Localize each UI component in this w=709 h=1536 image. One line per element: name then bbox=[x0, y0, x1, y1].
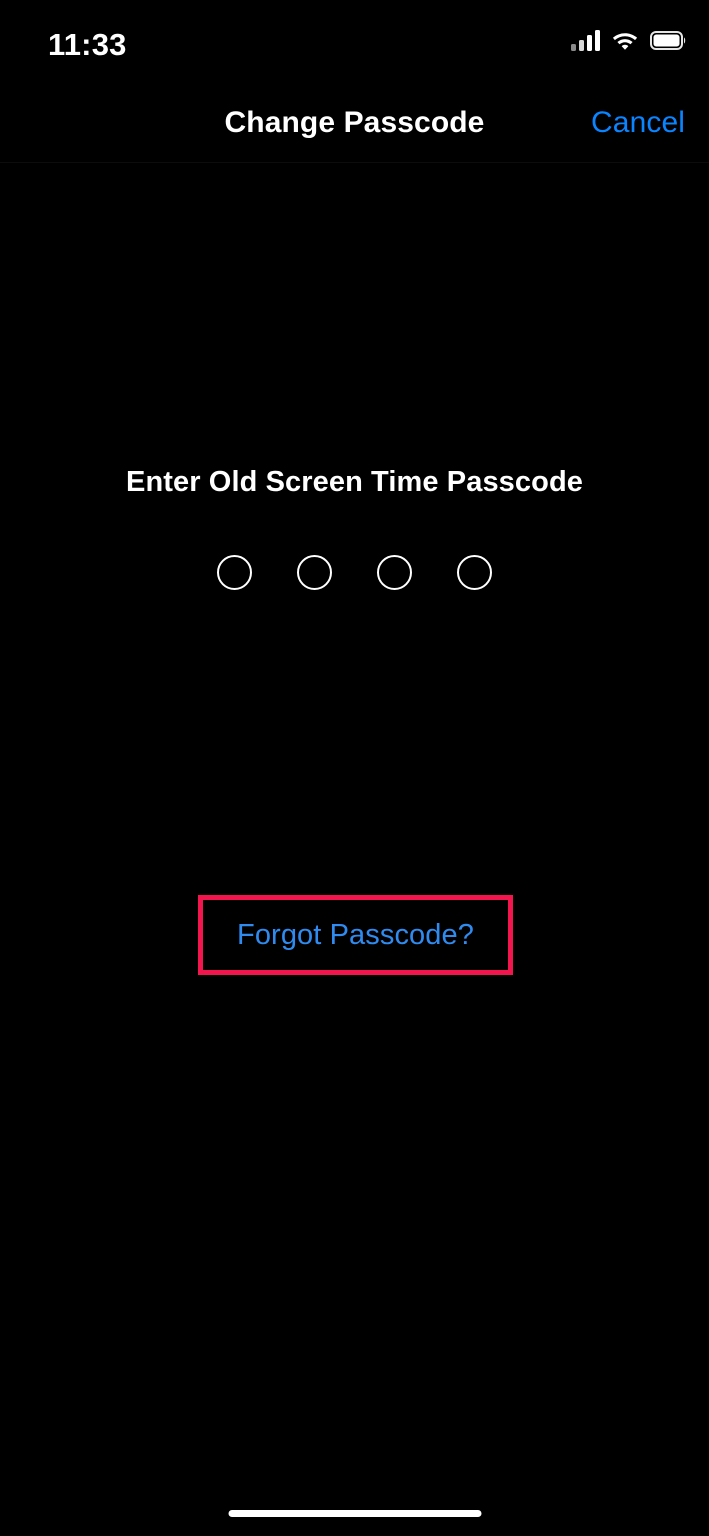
passcode-prompt-label: Enter Old Screen Time Passcode bbox=[126, 466, 583, 498]
passcode-dot-2 bbox=[297, 555, 332, 590]
cellular-signal-icon bbox=[571, 29, 600, 51]
passcode-dot-1 bbox=[217, 555, 252, 590]
iphone-screen: 11:33 Change Passcode Cancel Enter Old S… bbox=[0, 0, 709, 1536]
status-bar-clock: 11:33 bbox=[48, 27, 127, 62]
battery-full-icon bbox=[650, 30, 687, 50]
wifi-icon bbox=[611, 30, 639, 51]
passcode-dot-4 bbox=[457, 555, 492, 590]
cancel-button[interactable]: Cancel bbox=[591, 102, 685, 144]
home-indicator[interactable] bbox=[228, 1510, 481, 1517]
navigation-bar: Change Passcode Cancel bbox=[0, 88, 709, 163]
forgot-passcode-highlight: Forgot Passcode? bbox=[198, 895, 513, 975]
status-bar-indicators bbox=[571, 29, 687, 51]
status-bar: 11:33 bbox=[0, 0, 709, 88]
forgot-passcode-button[interactable]: Forgot Passcode? bbox=[237, 915, 474, 955]
passcode-dots[interactable] bbox=[0, 555, 709, 590]
passcode-dot-3 bbox=[377, 555, 412, 590]
